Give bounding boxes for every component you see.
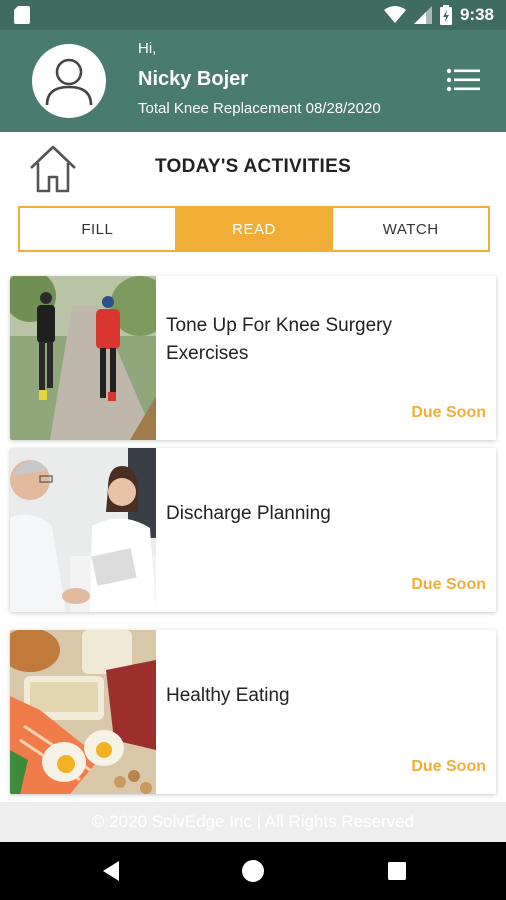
- status-bar: 9:38: [0, 0, 506, 30]
- doctor-patient-photo: [10, 448, 156, 612]
- recents-icon[interactable]: [385, 859, 409, 883]
- activity-title: Healthy Eating: [166, 685, 290, 706]
- home-nav-icon[interactable]: [241, 859, 265, 883]
- status-icons: 9:38: [383, 4, 494, 26]
- greeting-text: Hi,: [138, 40, 157, 57]
- procedure-info: Total Knee Replacement 08/28/2020: [138, 100, 381, 117]
- walking-people-photo: [10, 276, 156, 440]
- sd-card-icon: [14, 6, 30, 24]
- activity-card[interactable]: Tone Up For Knee Surgery Exercises Due S…: [10, 276, 496, 440]
- due-status: Due Soon: [411, 758, 486, 775]
- healthy-food-photo: [10, 630, 156, 794]
- copyright-footer: © 2020 SolvEdge Inc | All Rights Reserve…: [0, 802, 506, 842]
- page-title: TODAY'S ACTIVITIES: [154, 156, 352, 177]
- activity-card[interactable]: Healthy Eating Due Soon: [10, 630, 496, 794]
- wifi-icon: [383, 6, 406, 23]
- due-status: Due Soon: [411, 576, 486, 593]
- back-icon[interactable]: [99, 859, 123, 883]
- due-status: Due Soon: [411, 404, 486, 421]
- signal-icon: [413, 6, 432, 24]
- activity-tabs: FILL READ WATCH: [18, 206, 490, 252]
- app-screen: 9:38 Hi, Nicky Bojer Total Knee Replacem…: [0, 0, 506, 900]
- menu-list-icon[interactable]: [446, 68, 480, 94]
- android-nav-bar: [0, 842, 506, 900]
- user-avatar-icon[interactable]: [32, 44, 106, 118]
- profile-header: Hi, Nicky Bojer Total Knee Replacement 0…: [0, 30, 506, 132]
- user-silhouette-icon: [45, 58, 93, 106]
- activity-card[interactable]: Discharge Planning Due Soon: [10, 448, 496, 612]
- tab-watch[interactable]: WATCH: [331, 208, 489, 250]
- status-time: 9:38: [459, 5, 494, 24]
- tab-fill[interactable]: FILL: [20, 208, 175, 250]
- user-name: Nicky Bojer: [138, 68, 249, 90]
- activity-title: Discharge Planning: [166, 503, 331, 524]
- battery-icon: [439, 5, 452, 25]
- activity-title: Tone Up For Knee Surgery Exercises: [166, 315, 393, 364]
- tab-read[interactable]: READ: [174, 208, 332, 250]
